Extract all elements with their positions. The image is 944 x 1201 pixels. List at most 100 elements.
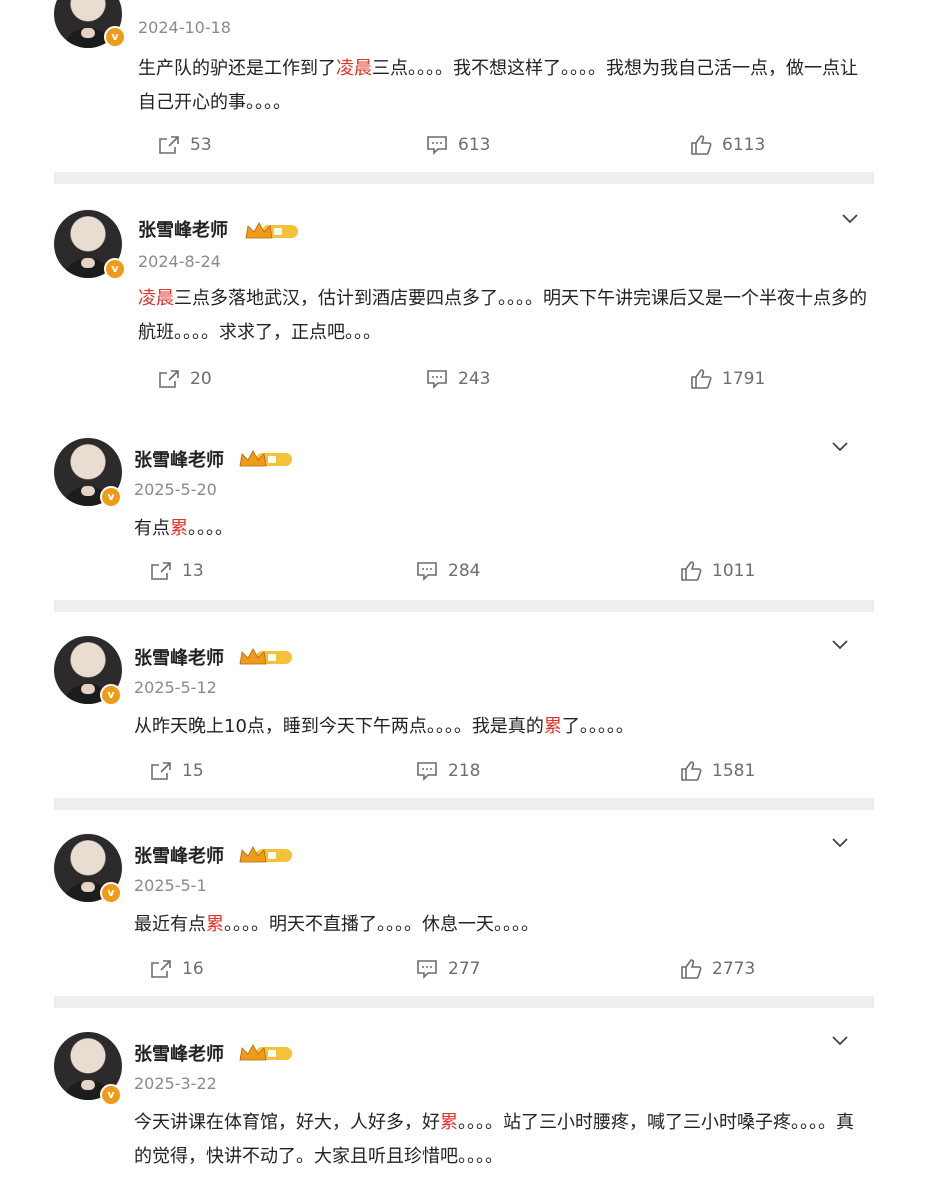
like-icon [681, 761, 702, 781]
comment-count: 277 [448, 959, 481, 979]
repost-button[interactable]: 13 [150, 558, 204, 584]
repost-button[interactable]: 16 [150, 956, 204, 982]
comment-icon [427, 136, 447, 155]
author-name[interactable]: 张雪峰老师 [138, 216, 228, 242]
highlight-keyword: 凌晨 [336, 58, 372, 79]
like-button[interactable]: 1581 [680, 758, 755, 784]
repost-icon [159, 136, 179, 154]
highlight-keyword: 累 [170, 518, 188, 539]
like-icon [681, 561, 702, 581]
post-card: v 张雪峰老师 2025-5-1 最近有点累。。。。明天不直播了。。。。休息一天… [54, 810, 874, 996]
text-segment: 。。。。明天不直播了。。。。休息一天。。。。 [224, 914, 539, 935]
comment-button[interactable]: 277 [416, 956, 480, 982]
comment-count: 613 [458, 135, 491, 155]
text-segment: 了。。。。。 [561, 716, 634, 737]
post-text: 凌晨三点多落地武汉，估计到酒店要四点多了。。。。明天下午讲完课后又是一个半夜十点… [138, 282, 868, 350]
comment-icon [427, 370, 447, 389]
repost-button[interactable]: 20 [158, 366, 212, 392]
crown-badge-icon [245, 222, 298, 239]
comment-icon [417, 562, 437, 581]
chevron-down-icon[interactable] [832, 442, 848, 452]
like-icon [691, 135, 712, 155]
post-separator [54, 996, 874, 1008]
repost-button[interactable]: 15 [150, 758, 204, 784]
text-segment: 。。。。 [188, 518, 233, 539]
comment-icon [417, 960, 437, 979]
crown-badge-icon [239, 846, 292, 863]
highlight-keyword: 凌晨 [138, 288, 174, 309]
like-count: 2773 [712, 959, 756, 979]
text-segment: 三点多落地武汉，估计到酒店要四点多了。。。。明天下午讲完课后又是一个半夜十点多的… [138, 288, 867, 343]
text-segment: 生产队的驴还是工作到了 [138, 58, 336, 79]
crown-badge-icon [239, 648, 292, 665]
chevron-down-icon[interactable] [832, 838, 848, 848]
like-icon [691, 369, 712, 389]
post-date: 2025-3-22 [134, 1074, 217, 1093]
like-count: 1011 [712, 561, 756, 581]
repost-icon [151, 960, 171, 978]
crown-badge-icon [239, 450, 292, 467]
like-count: 1791 [722, 369, 766, 389]
repost-count: 15 [182, 761, 204, 781]
comment-count: 218 [448, 761, 481, 781]
repost-count: 53 [190, 135, 212, 155]
post-card: v 张雪峰老师 2025-3-22 今天讲课在体育馆，好大，人好多，好累。。。。… [54, 1008, 874, 1201]
repost-icon [151, 562, 171, 580]
post-card: v 张雪峰老师 2024-8-24 凌晨三点多落地武汉，估计到酒店要四点多了。。… [54, 184, 874, 402]
repost-icon [159, 370, 179, 388]
post-date: 2025-5-12 [134, 678, 217, 697]
comment-button[interactable]: 613 [426, 132, 490, 158]
repost-count: 16 [182, 959, 204, 979]
verified-badge-icon: v [100, 1084, 122, 1106]
highlight-keyword: 累 [543, 716, 562, 737]
verified-badge-icon: v [104, 258, 126, 280]
highlight-keyword: 累 [206, 914, 224, 935]
like-button[interactable]: 6113 [690, 132, 765, 158]
chevron-down-icon[interactable] [832, 640, 848, 650]
verified-badge-icon: v [100, 486, 122, 508]
like-count: 6113 [722, 135, 766, 155]
highlight-keyword: 累 [440, 1112, 458, 1133]
post-text: 最近有点累。。。。明天不直播了。。。。休息一天。。。。 [134, 908, 864, 942]
author-name[interactable]: 张雪峰老师 [134, 446, 224, 472]
author-name[interactable]: 张雪峰老师 [134, 842, 224, 868]
verified-badge-icon: v [100, 684, 122, 706]
text-segment: 从昨天晚上10点，睡到今天下午两点。。。。我是真的 [134, 716, 544, 737]
crown-badge-icon [239, 1044, 292, 1061]
like-button[interactable]: 2773 [680, 956, 755, 982]
post-date: 2025-5-20 [134, 480, 217, 499]
post-text: 从昨天晚上10点，睡到今天下午两点。。。。我是真的累了。。。。。 [134, 710, 864, 744]
comment-button[interactable]: 243 [426, 366, 490, 392]
post-text: 生产队的驴还是工作到了凌晨三点。。。。我不想这样了。。。。我想为我自己活一点，做… [138, 52, 868, 120]
post-text: 今天讲课在体育馆，好大，人好多，好累。。。。站了三小时腰疼，喊了三小时嗓子疼。。… [134, 1106, 864, 1174]
post-card: v 张雪峰老师 2025-5-20 有点累。。。。 13 284 1011 [54, 410, 874, 598]
post-separator [54, 172, 874, 184]
like-button[interactable]: 1791 [690, 366, 765, 392]
comment-count: 284 [448, 561, 481, 581]
comment-icon [417, 762, 437, 781]
chevron-down-icon[interactable] [842, 214, 858, 224]
like-button[interactable]: 1011 [680, 558, 755, 584]
comment-button[interactable]: 284 [416, 558, 480, 584]
weibo-feed: v 2024-10-18 生产队的驴还是工作到了凌晨三点。。。。我不想这样了。。… [0, 0, 944, 1201]
author-name[interactable]: 张雪峰老师 [134, 1040, 224, 1066]
post-text: 有点累。。。。 [134, 512, 864, 546]
post-card: v 张雪峰老师 2025-5-12 从昨天晚上10点，睡到今天下午两点。。。。我… [54, 612, 874, 798]
post-separator [54, 600, 874, 612]
text-segment: 最近有点 [134, 914, 206, 935]
comment-count: 243 [458, 369, 491, 389]
post-date: 2025-5-1 [134, 876, 207, 895]
author-name[interactable]: 张雪峰老师 [134, 644, 224, 670]
repost-count: 13 [182, 561, 204, 581]
comment-button[interactable]: 218 [416, 758, 480, 784]
repost-count: 20 [190, 369, 212, 389]
repost-icon [151, 762, 171, 780]
verified-badge-icon: v [100, 882, 122, 904]
post-date: 2024-8-24 [138, 252, 221, 271]
like-icon [681, 959, 702, 979]
repost-button[interactable]: 53 [158, 132, 212, 158]
verified-badge-icon: v [104, 26, 126, 48]
post-card: v 2024-10-18 生产队的驴还是工作到了凌晨三点。。。。我不想这样了。。… [54, 0, 874, 170]
text-segment: 今天讲课在体育馆，好大，人好多，好 [134, 1112, 440, 1133]
chevron-down-icon[interactable] [832, 1036, 848, 1046]
